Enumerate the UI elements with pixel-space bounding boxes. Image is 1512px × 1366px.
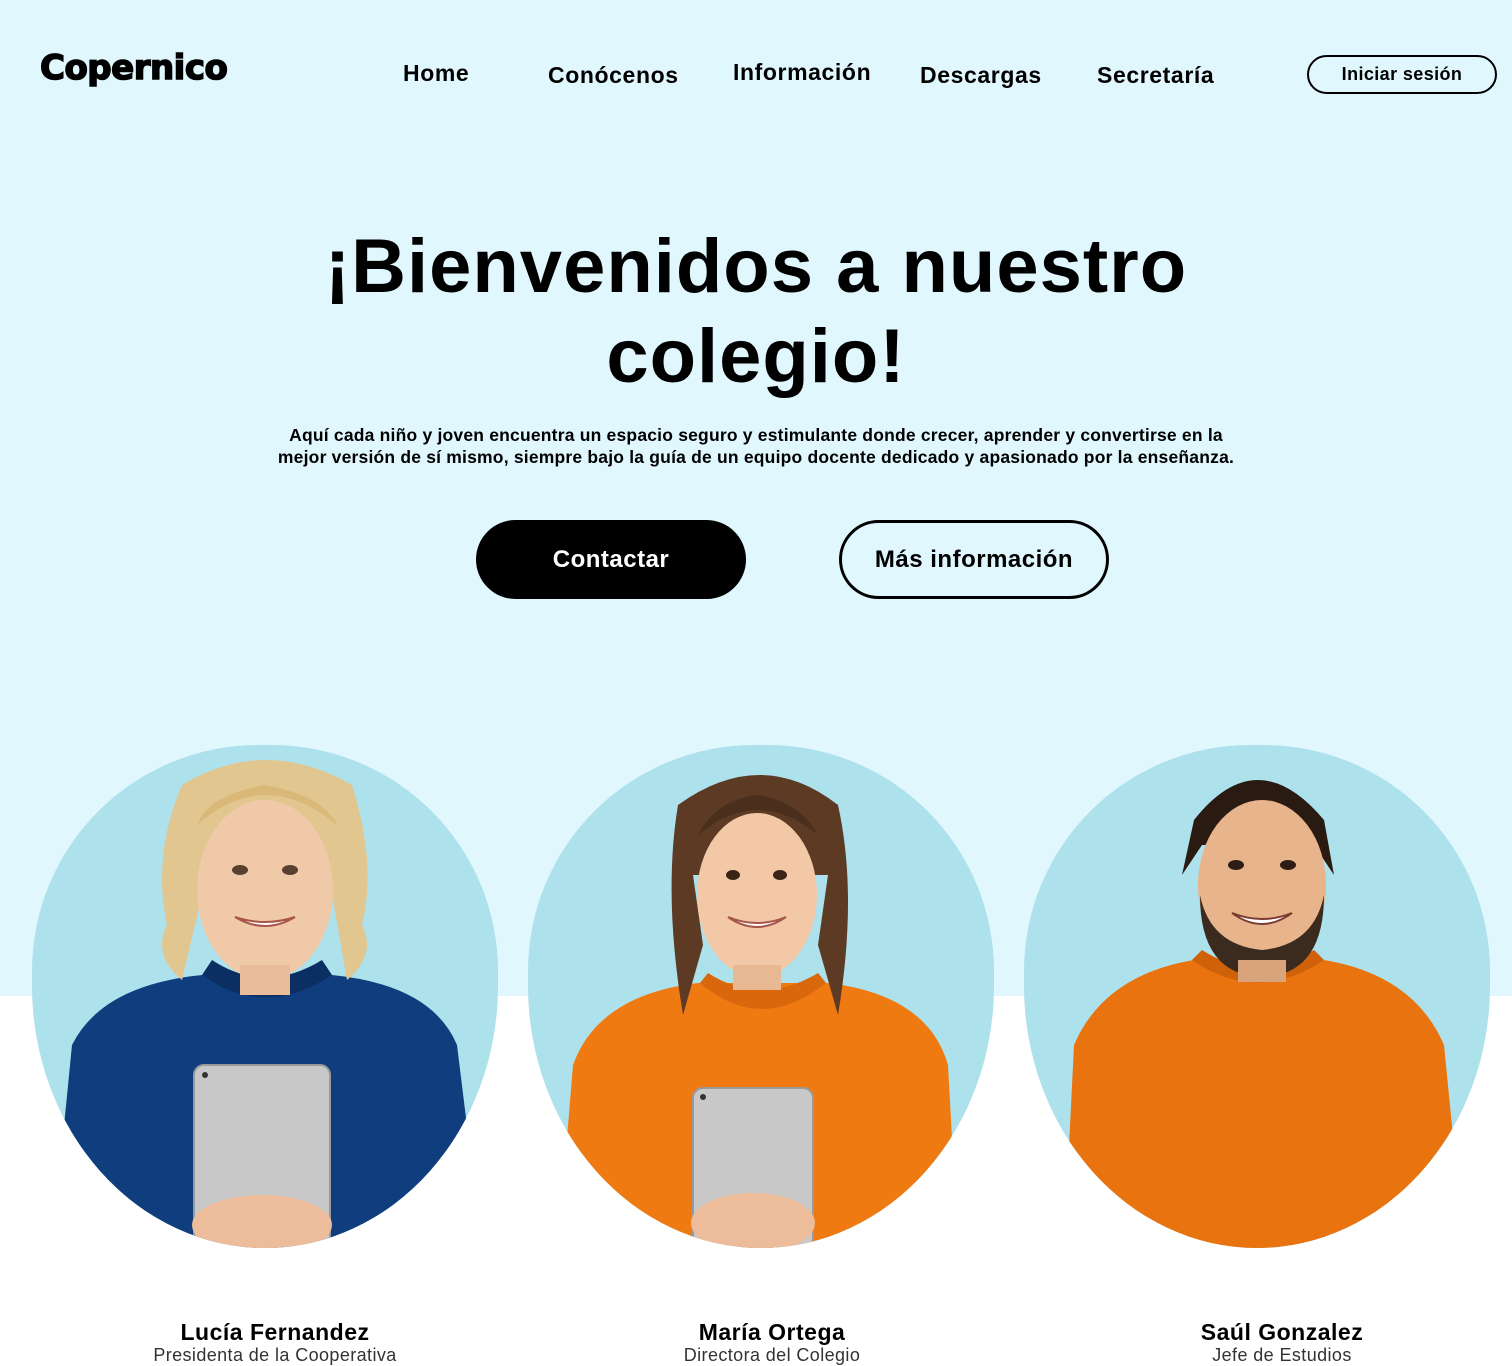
- site-logo[interactable]: Copernico: [39, 47, 228, 89]
- more-info-button[interactable]: Más información: [839, 520, 1109, 599]
- team-card: [1024, 745, 1490, 1248]
- hero-title: ¡Bienvenidos a nuestro colegio!: [206, 222, 1306, 402]
- nav-descargas[interactable]: Descargas: [920, 62, 1042, 89]
- hero-title-line-2: colegio!: [606, 314, 906, 399]
- portrait-illustration: [558, 775, 958, 1248]
- member-role: Presidenta de la Cooperativa: [153, 1345, 397, 1365]
- hero-subtitle-line-1: Aquí cada niño y joven encuentra un espa…: [289, 425, 1223, 445]
- contact-button[interactable]: Contactar: [476, 520, 746, 599]
- hero-title-line-1: ¡Bienvenidos a nuestro: [324, 224, 1188, 309]
- hero-subtitle: Aquí cada niño y joven encuentra un espa…: [216, 424, 1296, 468]
- portrait-image: [528, 745, 994, 1248]
- hero-subtitle-line-2: mejor versión de sí mismo, siempre bajo …: [277, 447, 1235, 467]
- team-card: [32, 745, 498, 1248]
- portrait-image: [32, 745, 498, 1248]
- portrait-image: [1024, 745, 1490, 1248]
- nav-conocenos[interactable]: Conócenos: [548, 62, 679, 89]
- nav-secretaria[interactable]: Secretaría: [1097, 62, 1214, 89]
- member-name: Lucía Fernandez: [180, 1319, 370, 1345]
- portrait-illustration: [1064, 780, 1464, 1248]
- login-button[interactable]: Iniciar sesión: [1307, 55, 1497, 94]
- member-role: Jefe de Estudios: [1212, 1345, 1352, 1365]
- portrait-illustration: [52, 760, 482, 1248]
- member-name: María Ortega: [698, 1319, 846, 1345]
- nav-informacion[interactable]: Información: [733, 59, 871, 86]
- team-card: [528, 745, 994, 1248]
- member-name: Saúl Gonzalez: [1200, 1319, 1364, 1345]
- member-role: Directora del Colegio: [683, 1345, 861, 1365]
- nav-home[interactable]: Home: [403, 60, 469, 87]
